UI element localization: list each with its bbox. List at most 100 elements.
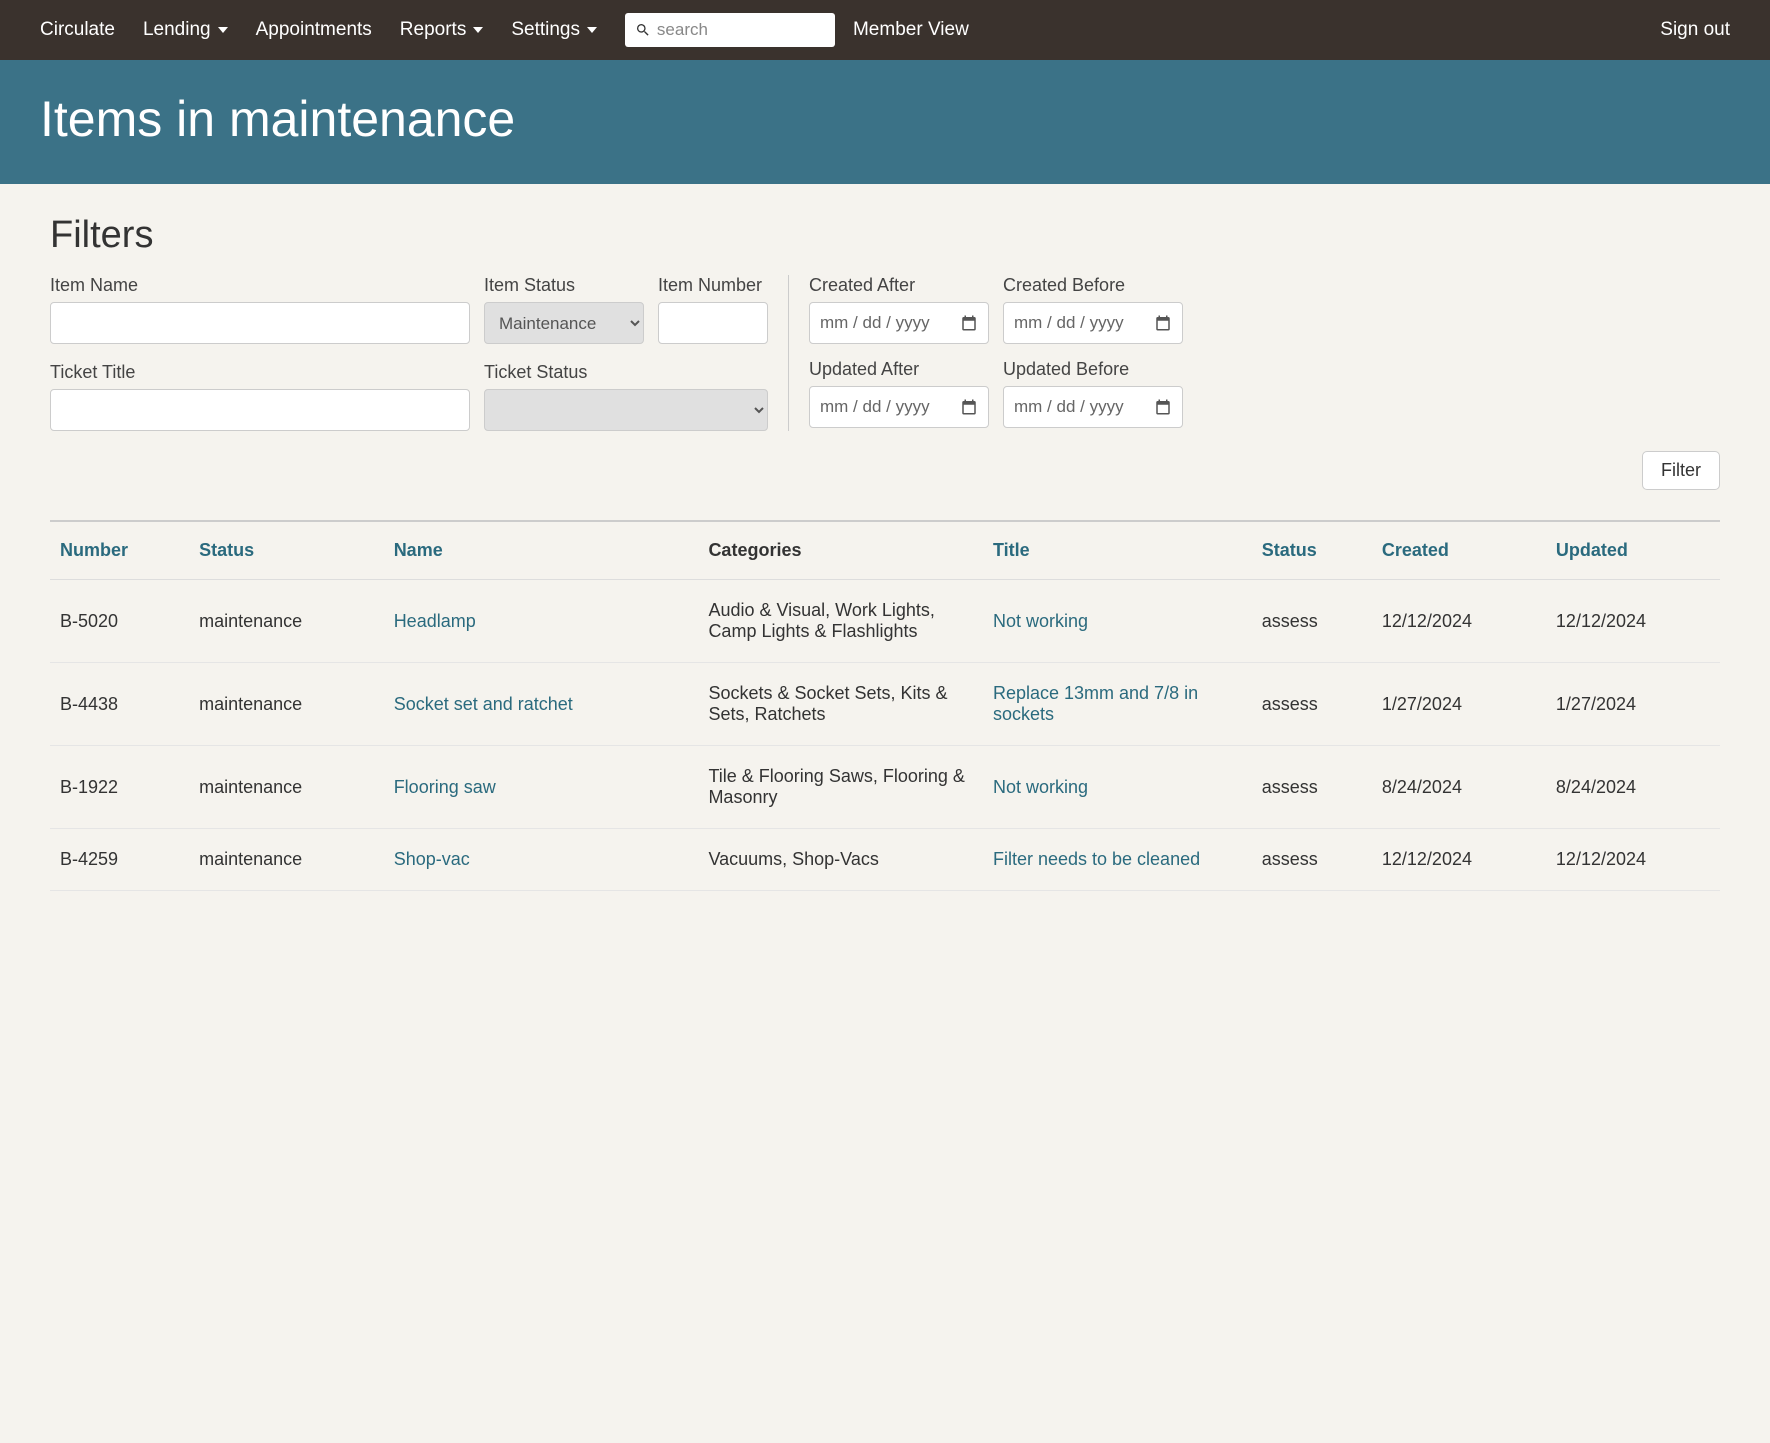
page-header: Items in maintenance (0, 60, 1770, 184)
table-row: B-4438 maintenance Socket set and ratche… (50, 663, 1720, 746)
item-name-input[interactable] (50, 302, 470, 344)
col-created[interactable]: Created (1372, 522, 1546, 580)
ticket-title-label: Ticket Title (50, 362, 470, 383)
updated-before-input[interactable]: mm / dd / yyyy (1003, 386, 1183, 428)
cell-item-status: maintenance (189, 580, 384, 663)
filters-heading: Filters (50, 214, 1720, 257)
item-name-link[interactable]: Socket set and ratchet (394, 694, 573, 714)
filters-right: Created After mm / dd / yyyy Created Bef… (789, 275, 1183, 431)
updated-after-label: Updated After (809, 359, 989, 380)
created-before-input[interactable]: mm / dd / yyyy (1003, 302, 1183, 344)
col-name[interactable]: Name (384, 522, 699, 580)
chevron-down-icon (587, 27, 597, 33)
cell-categories: Sockets & Socket Sets, Kits & Sets, Ratc… (698, 663, 983, 746)
cell-number: B-4438 (50, 663, 189, 746)
nav-sign-out[interactable]: Sign out (1660, 19, 1730, 41)
cell-created: 8/24/2024 (1372, 746, 1546, 829)
item-number-label: Item Number (658, 275, 768, 296)
chevron-down-icon (473, 27, 483, 33)
col-title[interactable]: Title (983, 522, 1252, 580)
field-item-status: Item Status Maintenance (484, 275, 644, 344)
cell-name: Shop-vac (384, 829, 699, 891)
cell-item-status: maintenance (189, 663, 384, 746)
item-status-select[interactable]: Maintenance (484, 302, 644, 344)
filter-button[interactable]: Filter (1642, 451, 1720, 490)
cell-ticket-status: assess (1252, 663, 1372, 746)
field-updated-after: Updated After mm / dd / yyyy (809, 359, 989, 431)
nav-settings-label: Settings (511, 19, 580, 41)
cell-number: B-1922 (50, 746, 189, 829)
cell-updated: 12/12/2024 (1546, 829, 1720, 891)
field-ticket-status: Ticket Status (484, 362, 768, 431)
item-name-link[interactable]: Headlamp (394, 611, 476, 631)
ticket-title-link[interactable]: Not working (993, 611, 1088, 631)
cell-created: 1/27/2024 (1372, 663, 1546, 746)
cell-created: 12/12/2024 (1372, 580, 1546, 663)
cell-categories: Tile & Flooring Saws, Flooring & Masonry (698, 746, 983, 829)
search-icon (635, 21, 651, 39)
calendar-icon (960, 398, 978, 416)
maintenance-table: Number Status Name Categories Title Stat… (50, 522, 1720, 891)
col-number[interactable]: Number (50, 522, 189, 580)
cell-number: B-4259 (50, 829, 189, 891)
item-status-label: Item Status (484, 275, 644, 296)
table-header-row: Number Status Name Categories Title Stat… (50, 522, 1720, 580)
cell-name: Flooring saw (384, 746, 699, 829)
cell-categories: Vacuums, Shop-Vacs (698, 829, 983, 891)
chevron-down-icon (218, 27, 228, 33)
search-box[interactable] (625, 13, 835, 47)
cell-categories: Audio & Visual, Work Lights, Camp Lights… (698, 580, 983, 663)
nav-circulate[interactable]: Circulate (40, 19, 115, 41)
cell-title: Not working (983, 580, 1252, 663)
calendar-icon (960, 314, 978, 332)
cell-updated: 1/27/2024 (1546, 663, 1720, 746)
col-ticket-status[interactable]: Status (1252, 522, 1372, 580)
col-item-status[interactable]: Status (189, 522, 384, 580)
cell-title: Not working (983, 746, 1252, 829)
ticket-title-link[interactable]: Not working (993, 777, 1088, 797)
table-body: B-5020 maintenance Headlamp Audio & Visu… (50, 580, 1720, 891)
filters-panel: Item Name Item Status Maintenance Item N… (50, 275, 1720, 431)
nav-reports[interactable]: Reports (400, 19, 484, 41)
updated-after-input[interactable]: mm / dd / yyyy (809, 386, 989, 428)
item-name-label: Item Name (50, 275, 470, 296)
nav-reports-label: Reports (400, 19, 467, 41)
field-updated-before: Updated Before mm / dd / yyyy (1003, 359, 1183, 431)
item-number-input[interactable] (658, 302, 768, 344)
date-placeholder: mm / dd / yyyy (820, 397, 930, 417)
cell-ticket-status: assess (1252, 746, 1372, 829)
col-categories: Categories (698, 522, 983, 580)
ticket-title-input[interactable] (50, 389, 470, 431)
date-placeholder: mm / dd / yyyy (1014, 397, 1124, 417)
cell-ticket-status: assess (1252, 580, 1372, 663)
field-ticket-title: Ticket Title (50, 362, 470, 431)
ticket-title-link[interactable]: Filter needs to be cleaned (993, 849, 1200, 869)
col-updated[interactable]: Updated (1546, 522, 1720, 580)
filters-left: Item Name Item Status Maintenance Item N… (50, 275, 789, 431)
nav-lending[interactable]: Lending (143, 19, 228, 41)
ticket-status-label: Ticket Status (484, 362, 768, 383)
cell-name: Headlamp (384, 580, 699, 663)
filter-button-row: Filter (50, 451, 1720, 490)
item-name-link[interactable]: Flooring saw (394, 777, 496, 797)
calendar-icon (1154, 398, 1172, 416)
ticket-status-select[interactable] (484, 389, 768, 431)
ticket-title-link[interactable]: Replace 13mm and 7/8 in sockets (993, 683, 1198, 724)
cell-updated: 8/24/2024 (1546, 746, 1720, 829)
nav-settings[interactable]: Settings (511, 19, 597, 41)
date-placeholder: mm / dd / yyyy (1014, 313, 1124, 333)
page-title: Items in maintenance (40, 90, 1730, 148)
cell-created: 12/12/2024 (1372, 829, 1546, 891)
created-after-label: Created After (809, 275, 989, 296)
table-row: B-4259 maintenance Shop-vac Vacuums, Sho… (50, 829, 1720, 891)
item-name-link[interactable]: Shop-vac (394, 849, 470, 869)
cell-title: Filter needs to be cleaned (983, 829, 1252, 891)
nav-appointments[interactable]: Appointments (256, 19, 372, 41)
nav-member-view[interactable]: Member View (853, 19, 969, 41)
cell-name: Socket set and ratchet (384, 663, 699, 746)
table-row: B-1922 maintenance Flooring saw Tile & F… (50, 746, 1720, 829)
created-after-input[interactable]: mm / dd / yyyy (809, 302, 989, 344)
field-created-after: Created After mm / dd / yyyy (809, 275, 989, 347)
search-input[interactable] (657, 20, 825, 40)
cell-updated: 12/12/2024 (1546, 580, 1720, 663)
